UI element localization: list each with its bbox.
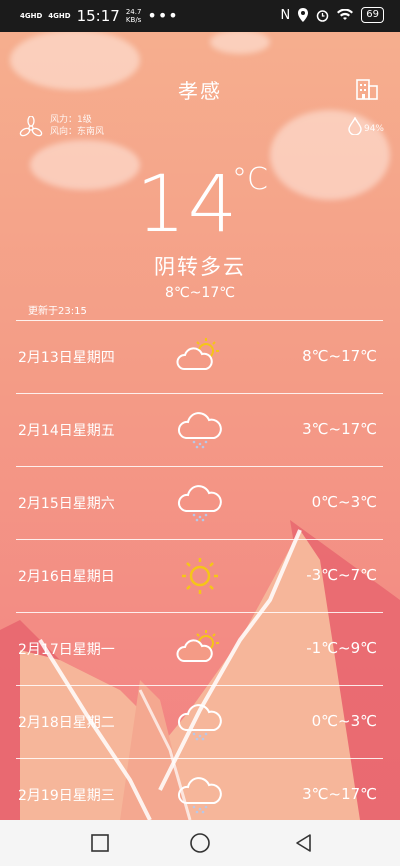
forecast-range: 3℃~17℃: [302, 420, 377, 438]
forecast-row[interactable]: 2月16日星期日 -3℃~7℃: [16, 540, 383, 613]
forecast-row[interactable]: 2月13日星期四 8℃~17℃: [16, 321, 383, 394]
status-bar: 4GHD 4GHD 15:17 24.7 KB/s ••• N 69: [0, 0, 400, 32]
speed-value: 24.7: [125, 7, 142, 16]
alarm-icon: [317, 9, 329, 22]
forecast-date: 2月14日星期五: [18, 423, 115, 439]
network-indicator: 4GHD: [20, 11, 43, 20]
forecast-range: 8℃~17℃: [302, 347, 377, 365]
update-time: 更新于23:15: [28, 306, 87, 317]
temperature-unit: °C: [232, 162, 268, 197]
building-icon[interactable]: [356, 76, 378, 100]
wind-direction: 风向：东南风: [50, 127, 105, 137]
forecast-list: 2月13日星期四 8℃~17℃ 2月14日星期五 3℃~17℃ 2月15日星期六…: [16, 320, 383, 831]
forecast-date: 2月19日星期三: [18, 788, 115, 804]
forecast-row[interactable]: 2月18日星期二 0℃~3℃: [16, 686, 383, 759]
rain-cloud-icon: [177, 485, 222, 522]
humidity-value: 94%: [363, 124, 384, 134]
background-cloud: [210, 30, 270, 54]
forecast-date: 2月15日星期六: [18, 496, 115, 512]
rain-cloud-icon: [177, 704, 222, 741]
weather-screen: 4GHD 4GHD 15:17 24.7 KB/s ••• N 69 孝感 风力…: [0, 0, 400, 866]
today-range: 8℃~17℃: [165, 285, 235, 301]
wind-info: 风力：1级 风向：东南风: [50, 114, 104, 138]
recent-apps-button[interactable]: [89, 832, 111, 854]
forecast-row[interactable]: 2月17日星期一 -1℃~9℃: [16, 613, 383, 686]
current-temperature: 14: [136, 160, 240, 250]
humidity-drop-icon: [348, 117, 362, 135]
sun-icon: [182, 558, 218, 594]
windmill-icon: [19, 116, 43, 137]
forecast-range: 0℃~3℃: [311, 712, 377, 730]
partly-cloudy-icon: [176, 630, 219, 662]
forecast-range: -1℃~9℃: [306, 639, 377, 657]
battery-indicator: 69: [361, 7, 384, 23]
rain-cloud-icon: [177, 777, 222, 814]
forecast-range: -3℃~7℃: [306, 566, 377, 584]
forecast-range: 3℃~17℃: [302, 785, 377, 803]
home-button[interactable]: [189, 832, 211, 854]
current-condition: 阴转多云: [154, 255, 246, 279]
wifi-icon: [337, 9, 354, 20]
location-icon: [298, 8, 309, 22]
city-title: 孝感: [178, 79, 222, 103]
rain-cloud-icon: [177, 412, 222, 449]
system-navigation-bar: [0, 820, 400, 866]
background-cloud: [30, 140, 140, 190]
forecast-range: 0℃~3℃: [311, 493, 377, 511]
nfc-icon: N: [280, 7, 291, 23]
network-speed: 24.7 KB/s: [126, 8, 142, 24]
wind-force: 风力：1级: [50, 115, 92, 125]
forecast-date: 2月17日星期一: [18, 642, 115, 658]
forecast-date: 2月13日星期四: [18, 350, 115, 366]
clock: 15:17: [76, 6, 120, 25]
partly-cloudy-icon: [176, 338, 219, 370]
forecast-row[interactable]: 2月14日星期五 3℃~17℃: [16, 394, 383, 467]
forecast-date: 2月18日星期二: [18, 715, 115, 731]
more-notifications-icon: •••: [147, 6, 179, 25]
forecast-row[interactable]: 2月15日星期六 0℃~3℃: [16, 467, 383, 540]
back-button[interactable]: [293, 832, 315, 854]
network-indicator: 4GHD: [48, 11, 71, 20]
speed-unit: KB/s: [125, 15, 142, 24]
forecast-date: 2月16日星期日: [18, 569, 115, 585]
